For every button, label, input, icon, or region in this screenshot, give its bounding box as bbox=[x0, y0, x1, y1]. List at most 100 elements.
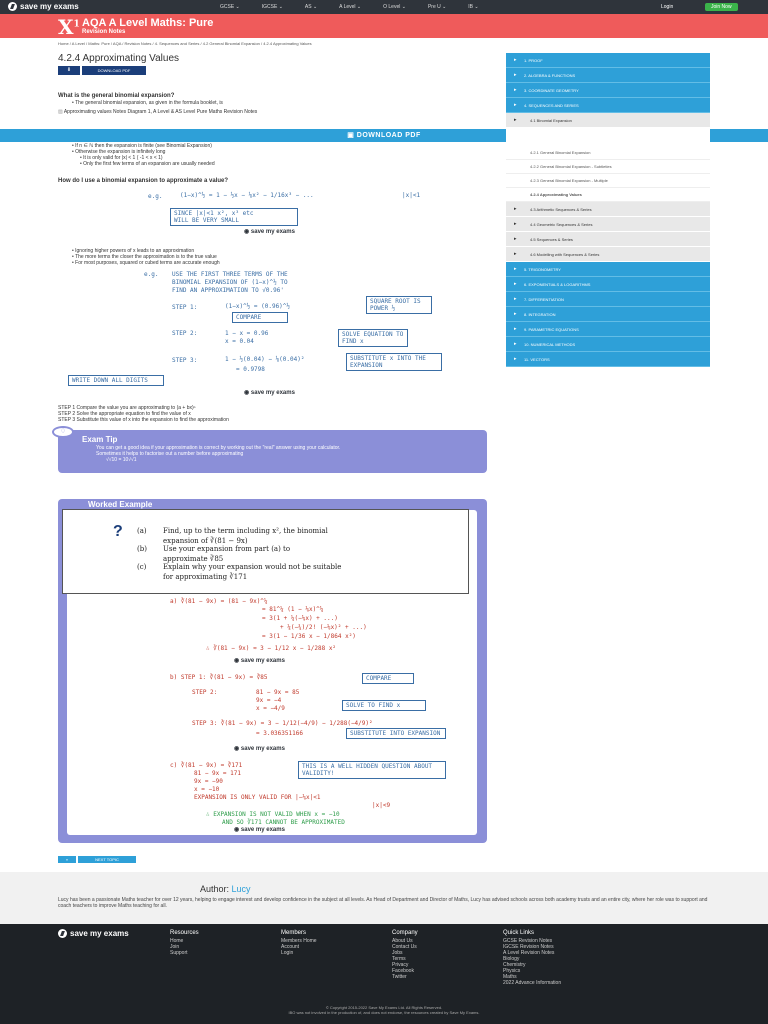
nav-ib[interactable]: IB ⌄ bbox=[468, 4, 478, 10]
footer-company: Company About Us Contact Us Jobs Terms P… bbox=[392, 930, 418, 980]
logo-text: save my exams bbox=[20, 2, 79, 11]
hw-task-2: BINOMIAL EXPANSION OF (1−x)^½ TO bbox=[172, 279, 288, 286]
image-caption: Approximating values Notes Diagram 1, A … bbox=[58, 109, 257, 115]
nav-o-level[interactable]: O Level ⌄ bbox=[383, 4, 406, 10]
hw-task-3: FIND AN APPROXIMATION TO √0.96' bbox=[172, 287, 284, 294]
sidebar-subsub-2[interactable]: 4.2.2 General Binomial Expansion - Subtl… bbox=[506, 160, 710, 174]
nav-gcse[interactable]: GCSE ⌄ bbox=[220, 4, 240, 10]
subject-subtitle: Revision Notes bbox=[82, 29, 126, 35]
q-a-line-2: expansion of ∛(81 − 9x) bbox=[163, 537, 248, 545]
site-logo[interactable]: save my exams bbox=[8, 2, 79, 11]
sme-watermark-5: save my exams bbox=[234, 826, 285, 833]
hw-solve-eq: SOLVE EQUATION TO FIND x bbox=[338, 329, 408, 347]
general-bullets: The general binomial expansion, as given… bbox=[72, 100, 223, 106]
exam-tip-text: You can get a good idea if your approxim… bbox=[96, 445, 341, 463]
sidebar-sub-sequences[interactable]: 4.5 Sequences & Series bbox=[506, 232, 710, 247]
sol-c-conclusion-1: ∴ EXPANSION IS NOT VALID WHEN x = −10 bbox=[206, 811, 340, 818]
sidebar-item-sequences[interactable]: 4. SEQUENCES AND SERIES bbox=[506, 98, 710, 113]
topic-sidebar: 1. PROOF 2. ALGEBRA & FUNCTIONS 3. COORD… bbox=[506, 53, 710, 367]
top-nav: save my exams GCSE ⌄ IGCSE ⌄ AS ⌄ A Leve… bbox=[0, 0, 768, 14]
nav-pre-u[interactable]: Pre U ⌄ bbox=[428, 4, 446, 10]
sol-a-line-3: = 3(1 + ¼(−⅑x) + ...) bbox=[262, 615, 338, 622]
breadcrumb[interactable]: Home / A Level / Maths: Pure / AQA / Rev… bbox=[58, 41, 312, 46]
question-mark-icon: ? bbox=[113, 523, 123, 540]
download-icon[interactable]: ⬇ bbox=[58, 66, 80, 75]
sidebar-item-parametric[interactable]: 9. PARAMETRIC EQUATIONS bbox=[506, 322, 710, 337]
sol-b-step3: STEP 3: ∛(81 − 9x) = 3 − 1/12(−4/9) − 1/… bbox=[192, 720, 373, 727]
sol-b-step1: b) STEP 1: ∛(81 − 9x) = ∛85 bbox=[170, 674, 268, 681]
join-button[interactable]: Join Now bbox=[705, 3, 738, 11]
exam-tip-box: Exam Tip You can get a good idea if your… bbox=[58, 430, 487, 473]
pager: « NEXT TOPIC bbox=[58, 856, 136, 863]
footer-logo-icon bbox=[58, 929, 67, 938]
q-b-line-2: approximate ∛85 bbox=[163, 555, 224, 563]
sidebar-sub-arithmetic[interactable]: 4.3 Arithmetic Sequences & Series bbox=[506, 202, 710, 217]
sidebar-subsub-4[interactable]: 4.2.4 Approximating Values bbox=[506, 188, 710, 202]
footer-logo[interactable]: save my exams bbox=[58, 929, 129, 938]
nav-links: GCSE ⌄ IGCSE ⌄ AS ⌄ A Level ⌄ O Level ⌄ … bbox=[220, 4, 479, 10]
sidebar-item-numerical[interactable]: 10. NUMERICAL METHODS bbox=[506, 337, 710, 352]
hw-compare: COMPARE bbox=[232, 312, 288, 323]
sol-a-line-4: + ¼(−¾)/2! (−⅑x)² + ...) bbox=[280, 624, 367, 631]
page-title: 4.2.4 Approximating Values bbox=[58, 53, 180, 64]
sol-a-line-2: = 81^¼ (1 − ⅑x)^¼ bbox=[262, 606, 324, 613]
sol-b-compare: COMPARE bbox=[362, 673, 414, 684]
sidebar-item-trig[interactable]: 5. TRIGONOMETRY bbox=[506, 262, 710, 277]
sidebar-sub-modelling[interactable]: 4.6 Modelling with Sequences & Series bbox=[506, 247, 710, 262]
sol-c-line-1: c) ∛(81 − 9x) = ∛171 bbox=[170, 762, 243, 769]
hw-step2-res: x = 0.04 bbox=[225, 338, 254, 345]
nav-as[interactable]: AS ⌄ bbox=[305, 4, 317, 10]
sidebar-item-vectors[interactable]: 11. VECTORS bbox=[506, 352, 710, 367]
sidebar-subsub-1[interactable]: 4.2.1 General Binomial Expansion bbox=[506, 146, 710, 160]
sidebar-sub-binomial[interactable]: 4.1 Binomial Expansion bbox=[506, 113, 710, 128]
prev-button[interactable]: « bbox=[58, 856, 76, 863]
heading-how: How do I use a binomial expansion to app… bbox=[58, 178, 229, 184]
sidebar-subsub-3[interactable]: 4.2.3 General Binomial Expansion - Multi… bbox=[506, 174, 710, 188]
exam-tip-title: Exam Tip bbox=[82, 435, 118, 444]
bullets-b: Ignoring higher powers of x leads to an … bbox=[72, 248, 220, 266]
sidebar-item-differentiation[interactable]: 7. DIFFERENTIATION bbox=[506, 292, 710, 307]
download-buttons: ⬇ DOWNLOAD PDF bbox=[58, 66, 146, 75]
q-b-label: (b) bbox=[137, 545, 147, 553]
sol-a-line-1: a) ∛(81 − 9x) = (81 − 9x)^¼ bbox=[170, 598, 268, 605]
footer-resources: Resources Home Join Support bbox=[170, 930, 199, 956]
sol-c-line-4: x = −10 bbox=[194, 786, 220, 793]
subject-icon: X1 bbox=[58, 15, 80, 39]
lightbulb-icon: ♢ bbox=[52, 426, 74, 438]
sidebar-item-exponentials[interactable]: 6. EXPONENTIALS & LOGARITHMS bbox=[506, 277, 710, 292]
sidebar-item-algebra[interactable]: 2. ALGEBRA & FUNCTIONS bbox=[506, 68, 710, 83]
next-topic-button[interactable]: NEXT TOPIC bbox=[78, 856, 136, 863]
q-a-label: (a) bbox=[137, 527, 147, 535]
bullets-a: If n ∈ ℕ then the expansion is finite (s… bbox=[72, 143, 214, 167]
q-b-line-1: Use your expansion from part (a) to bbox=[163, 545, 291, 553]
author-name[interactable]: Lucy bbox=[232, 884, 251, 894]
sidebar-item-coordinate[interactable]: 3. COORDINATE GEOMETRY bbox=[506, 83, 710, 98]
author-bio: Lucy has been a passionate Maths teacher… bbox=[58, 897, 708, 909]
sidebar-item-integration[interactable]: 8. INTEGRATION bbox=[506, 307, 710, 322]
nav-igcse[interactable]: IGCSE ⌄ bbox=[262, 4, 283, 10]
sol-b-solve: SOLVE TO FIND x bbox=[342, 700, 426, 711]
sol-c-conclusion-2: AND SO ∛171 CANNOT BE APPROXIMATED bbox=[222, 819, 345, 826]
download-pdf-button[interactable]: DOWNLOAD PDF bbox=[82, 66, 146, 75]
sme-watermark-2: save my exams bbox=[244, 389, 295, 396]
author-heading: Author: Lucy bbox=[200, 884, 251, 894]
sol-a-line-6: ∴ ∛(81 − 9x) ≈ 3 − 1/12 x − 1/288 x² bbox=[206, 645, 337, 652]
hw-small-note: SINCE |x|<1 x², x³ etc WILL BE VERY SMALL bbox=[170, 208, 298, 226]
site-footer: save my exams Resources Home Join Suppor… bbox=[0, 924, 768, 1024]
login-link[interactable]: Login bbox=[661, 4, 673, 10]
sol-b-eq-1: 81 − 9x = 85 bbox=[256, 689, 300, 696]
hw-step3-res: = 0.9798 bbox=[236, 366, 265, 373]
sol-a-line-5: = 3(1 − 1/36 x − 1/864 x²) bbox=[262, 633, 356, 640]
sidebar-item-proof[interactable]: 1. PROOF bbox=[506, 53, 710, 68]
copyright: © Copyright 2015-2022 Save My Exams Ltd.… bbox=[288, 1005, 480, 1015]
sol-b-step2: STEP 2: bbox=[192, 689, 218, 696]
hw-eg: e.g. bbox=[148, 193, 163, 200]
hw-validity: |x|<1 bbox=[402, 192, 421, 199]
hw-step2-eq: 1 − x = 0.96 bbox=[225, 330, 269, 337]
hw-task-1: USE THE FIRST THREE TERMS OF THE bbox=[172, 271, 288, 278]
sol-c-note: THIS IS A WELL HIDDEN QUESTION ABOUT VAL… bbox=[298, 761, 446, 779]
nav-a-level[interactable]: A Level ⌄ bbox=[339, 4, 361, 10]
sol-b-res: = 3.036351166 bbox=[256, 730, 303, 737]
q-c-label: (c) bbox=[137, 563, 147, 571]
sidebar-sub-geometric[interactable]: 4.4 Geometric Sequences & Series bbox=[506, 217, 710, 232]
